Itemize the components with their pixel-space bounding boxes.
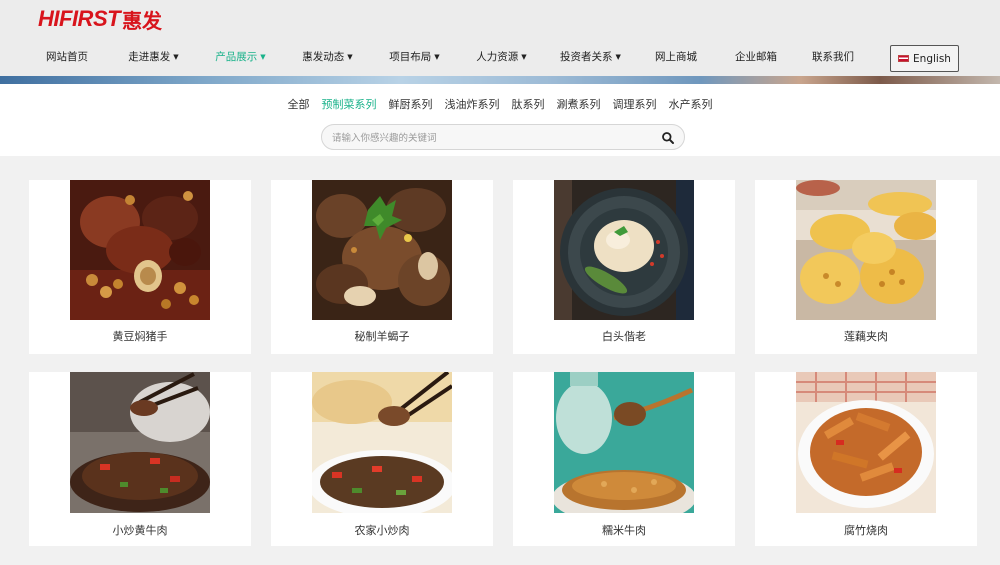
fried-lotus-root-photo — [796, 180, 936, 320]
product-card[interactable]: 小炒黄牛肉 — [29, 372, 251, 546]
nav-label: 产品展示 — [215, 51, 258, 63]
nav-item-about[interactable]: 走进惠发 ▼ — [110, 44, 197, 70]
product-card[interactable]: 腐竹烧肉 — [755, 372, 977, 546]
product-name: 白头偕老 — [602, 330, 646, 343]
nav-item-contact[interactable]: 联系我们 — [796, 44, 870, 70]
nav-item-products[interactable]: 产品展示 ▼ — [197, 44, 284, 70]
main-nav: 网站首页 走进惠发 ▼ 产品展示 ▼ 惠发动态 ▼ 项目布局 ▼ 人力资源 ▼ 投资者关系… — [24, 44, 870, 70]
product-image — [312, 180, 452, 320]
search-input[interactable] — [332, 129, 652, 147]
nav-label: 网上商城 — [655, 51, 697, 63]
category-tab-aquatic[interactable]: 水产系列 — [669, 96, 713, 112]
caret-down-icon: ▼ — [347, 53, 353, 61]
product-card[interactable]: 黄豆焖猪手 — [29, 180, 251, 354]
product-image — [312, 372, 452, 513]
category-tab-prepared-dishes[interactable]: 预制菜系列 — [322, 96, 377, 112]
product-card[interactable]: 莲藕夹肉 — [755, 180, 977, 354]
category-tab-all[interactable]: 全部 — [288, 96, 310, 112]
product-image — [796, 180, 936, 320]
nav-item-home[interactable]: 网站首页 — [24, 44, 110, 70]
product-image — [554, 180, 694, 320]
category-tabs: 全部 预制菜系列 鲜厨系列 浅油炸系列 肽系列 涮煮系列 调理系列 水产系列 — [0, 96, 1000, 112]
product-image — [70, 180, 210, 320]
nav-item-news[interactable]: 惠发动态 ▼ — [284, 44, 371, 70]
nav-label: 人力资源 — [476, 51, 519, 63]
caret-down-icon: ▼ — [521, 53, 527, 61]
product-card[interactable]: 农家小炒肉 — [271, 372, 493, 546]
braised-pork-trotter-photo — [70, 180, 210, 320]
nav-label: 联系我们 — [812, 51, 854, 63]
lamb-spine-photo — [312, 180, 452, 320]
glutinous-rice-beef-photo — [554, 372, 694, 513]
language-switch-button[interactable]: English — [890, 45, 959, 72]
nav-label: 惠发动态 — [302, 51, 345, 63]
nav-item-hr[interactable]: 人力资源 ▼ — [458, 44, 545, 70]
search-box — [321, 124, 685, 150]
tofu-skin-pork-photo — [796, 372, 936, 513]
category-tab-hotpot[interactable]: 涮煮系列 — [557, 96, 601, 112]
product-name: 糯米牛肉 — [602, 524, 646, 537]
nav-item-email[interactable]: 企业邮箱 — [716, 44, 796, 70]
farmhouse-pork-photo — [312, 372, 452, 513]
category-tab-light-fried[interactable]: 浅油炸系列 — [445, 96, 500, 112]
product-name: 秘制羊蝎子 — [354, 330, 410, 343]
nav-item-investors[interactable]: 投资者关系 ▼ — [545, 44, 636, 70]
product-name: 黄豆焖猪手 — [112, 330, 168, 343]
nav-label: 项目布局 — [389, 51, 432, 63]
caret-down-icon: ▼ — [260, 53, 266, 61]
nav-item-projects[interactable]: 项目布局 ▼ — [371, 44, 458, 70]
uk-flag-icon — [898, 55, 910, 62]
stir-fried-beef-photo — [70, 372, 210, 513]
logo-text-cn: 惠发 — [122, 8, 163, 33]
banner-image-strip — [0, 76, 1000, 84]
product-card[interactable]: 糯米牛肉 — [513, 372, 735, 546]
caret-down-icon: ▼ — [434, 53, 440, 61]
category-tab-fresh-kitchen[interactable]: 鲜厨系列 — [389, 96, 433, 112]
nav-label: 企业邮箱 — [735, 51, 777, 63]
brand-logo[interactable]: HIFIRST 惠发 — [38, 6, 163, 33]
product-image — [70, 372, 210, 513]
white-dumpling-bowl-photo — [554, 180, 694, 320]
product-name: 莲藕夹肉 — [844, 330, 888, 343]
product-name: 农家小炒肉 — [354, 524, 410, 537]
product-card[interactable]: 秘制羊蝎子 — [271, 180, 493, 354]
site-header: HIFIRST 惠发 网站首页 走进惠发 ▼ 产品展示 ▼ 惠发动态 ▼ 项目布局 ▼ … — [0, 0, 1000, 76]
product-name: 小炒黄牛肉 — [112, 524, 168, 537]
product-image — [796, 372, 936, 513]
caret-down-icon: ▼ — [173, 53, 179, 61]
product-card[interactable]: 白头偕老 — [513, 180, 735, 354]
logo-text-en: HIFIRST — [38, 6, 121, 31]
nav-label: 走进惠发 — [128, 51, 171, 63]
product-image — [554, 372, 694, 513]
category-tab-seasoned[interactable]: 调理系列 — [613, 96, 657, 112]
product-filter-panel: 全部 预制菜系列 鲜厨系列 浅油炸系列 肽系列 涮煮系列 调理系列 水产系列 — [0, 84, 1000, 156]
product-name: 腐竹烧肉 — [844, 524, 888, 537]
nav-label: 投资者关系 — [560, 51, 613, 63]
nav-label: 网站首页 — [46, 51, 88, 63]
language-label: English — [913, 52, 951, 65]
category-tab-peptide[interactable]: 肽系列 — [512, 96, 545, 112]
caret-down-icon: ▼ — [615, 53, 621, 61]
search-icon[interactable] — [661, 131, 675, 145]
nav-item-shop[interactable]: 网上商城 — [636, 44, 716, 70]
